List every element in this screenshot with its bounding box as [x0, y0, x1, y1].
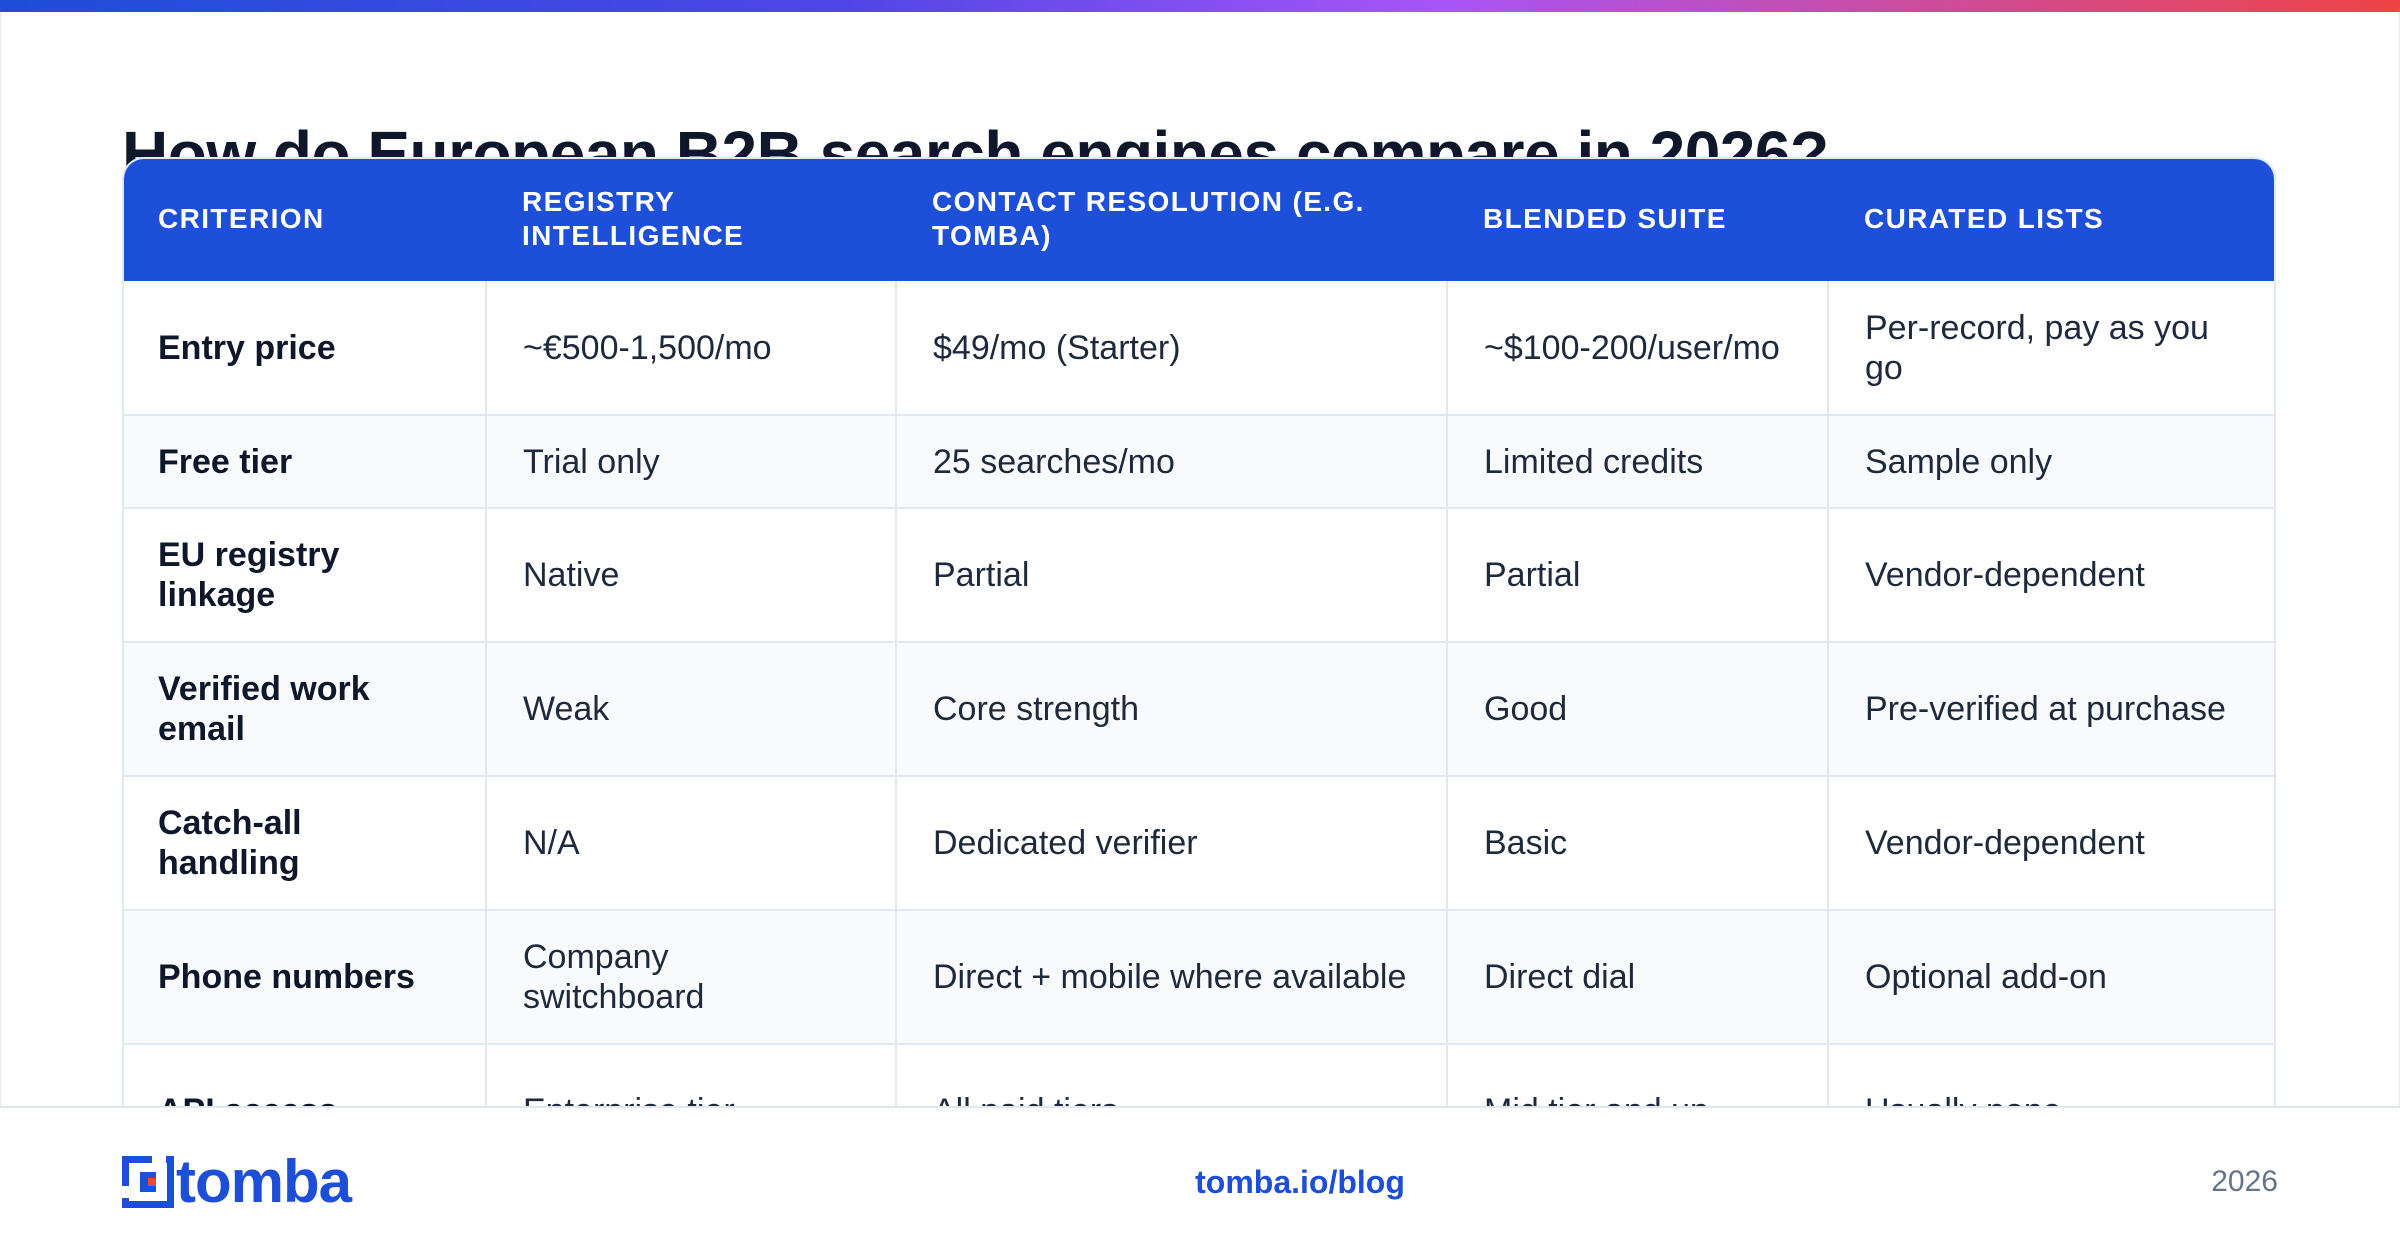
table-cell: Vendor-dependent: [1828, 508, 2274, 643]
table-row: Entry price ~€500-1,500/mo $49/mo (Start…: [124, 281, 2274, 416]
table-cell: Native: [486, 508, 897, 643]
header-contact-resolution: Contact Resolution (e.g. Tomba): [932, 186, 1365, 251]
table-body: Entry price ~€500-1,500/mo $49/mo (Start…: [124, 281, 2274, 1139]
table-row: Phone numbers Company switchboard Direct…: [124, 910, 2274, 1045]
footer-divider: [0, 1106, 2400, 1108]
comparison-table: Criterion Registry Intelligence Contact …: [124, 159, 2274, 1139]
table-cell: Trial only: [486, 415, 897, 509]
table-row: Free tier Trial only 25 searches/mo Limi…: [124, 415, 2274, 509]
table-cell: Company switchboard: [486, 910, 897, 1045]
table-header: Criterion Registry Intelligence Contact …: [124, 159, 2274, 281]
table-cell: Per-record, pay as you go: [1828, 281, 2274, 416]
footer-year: 2026: [2211, 1165, 2278, 1198]
header-blended-suite: Blended Suite: [1483, 203, 1727, 234]
header-curated-lists: Curated Lists: [1864, 203, 2105, 234]
table-cell: Dedicated verifier: [896, 776, 1448, 911]
row-criterion: Verified work email: [124, 642, 487, 777]
logo-wordmark: tomba: [176, 1148, 352, 1215]
table-cell: Optional add-on: [1828, 910, 2274, 1045]
table-cell: Partial: [1447, 508, 1829, 643]
table-cell: $49/mo (Starter): [896, 281, 1448, 416]
table-cell: Vendor-dependent: [1828, 776, 2274, 911]
table-cell: Sample only: [1828, 415, 2274, 509]
comparison-table-card: Criterion Registry Intelligence Contact …: [122, 157, 2276, 1141]
table-row: EU registry linkage Native Partial Parti…: [124, 508, 2274, 643]
row-criterion: Free tier: [124, 415, 487, 509]
table-row: Catch-all handling N/A Dedicated verifie…: [124, 776, 2274, 911]
table-cell: ~€500-1,500/mo: [486, 281, 897, 416]
row-criterion: EU registry linkage: [124, 508, 487, 643]
table-cell: Partial: [896, 508, 1448, 643]
tomba-logo[interactable]: tomba: [122, 1148, 382, 1215]
header-registry-intelligence: Registry Intelligence: [522, 186, 745, 251]
table-cell: Core strength: [896, 642, 1448, 777]
row-criterion: Entry price: [124, 281, 487, 416]
footer-url-link[interactable]: tomba.io/blog: [1100, 1162, 1500, 1202]
top-gradient-bar: [0, 0, 2400, 12]
table-cell: Direct + mobile where available: [896, 910, 1448, 1045]
table-cell: Good: [1447, 642, 1829, 777]
row-criterion: Phone numbers: [124, 910, 487, 1045]
table-row: Verified work email Weak Core strength G…: [124, 642, 2274, 777]
table-cell: Pre-verified at purchase: [1828, 642, 2274, 777]
table-cell: Weak: [486, 642, 897, 777]
table-cell: N/A: [486, 776, 897, 911]
table-cell: Basic: [1447, 776, 1829, 911]
table-cell: Limited credits: [1447, 415, 1829, 509]
header-row: Criterion Registry Intelligence Contact …: [124, 159, 2274, 281]
table-cell: ~$100-200/user/mo: [1447, 281, 1829, 416]
table-cell: 25 searches/mo: [896, 415, 1448, 509]
row-criterion: Catch-all handling: [124, 776, 487, 911]
header-criterion: Criterion: [158, 203, 325, 234]
table-cell: Direct dial: [1447, 910, 1829, 1045]
tomba-logo-icon: [122, 1156, 174, 1208]
